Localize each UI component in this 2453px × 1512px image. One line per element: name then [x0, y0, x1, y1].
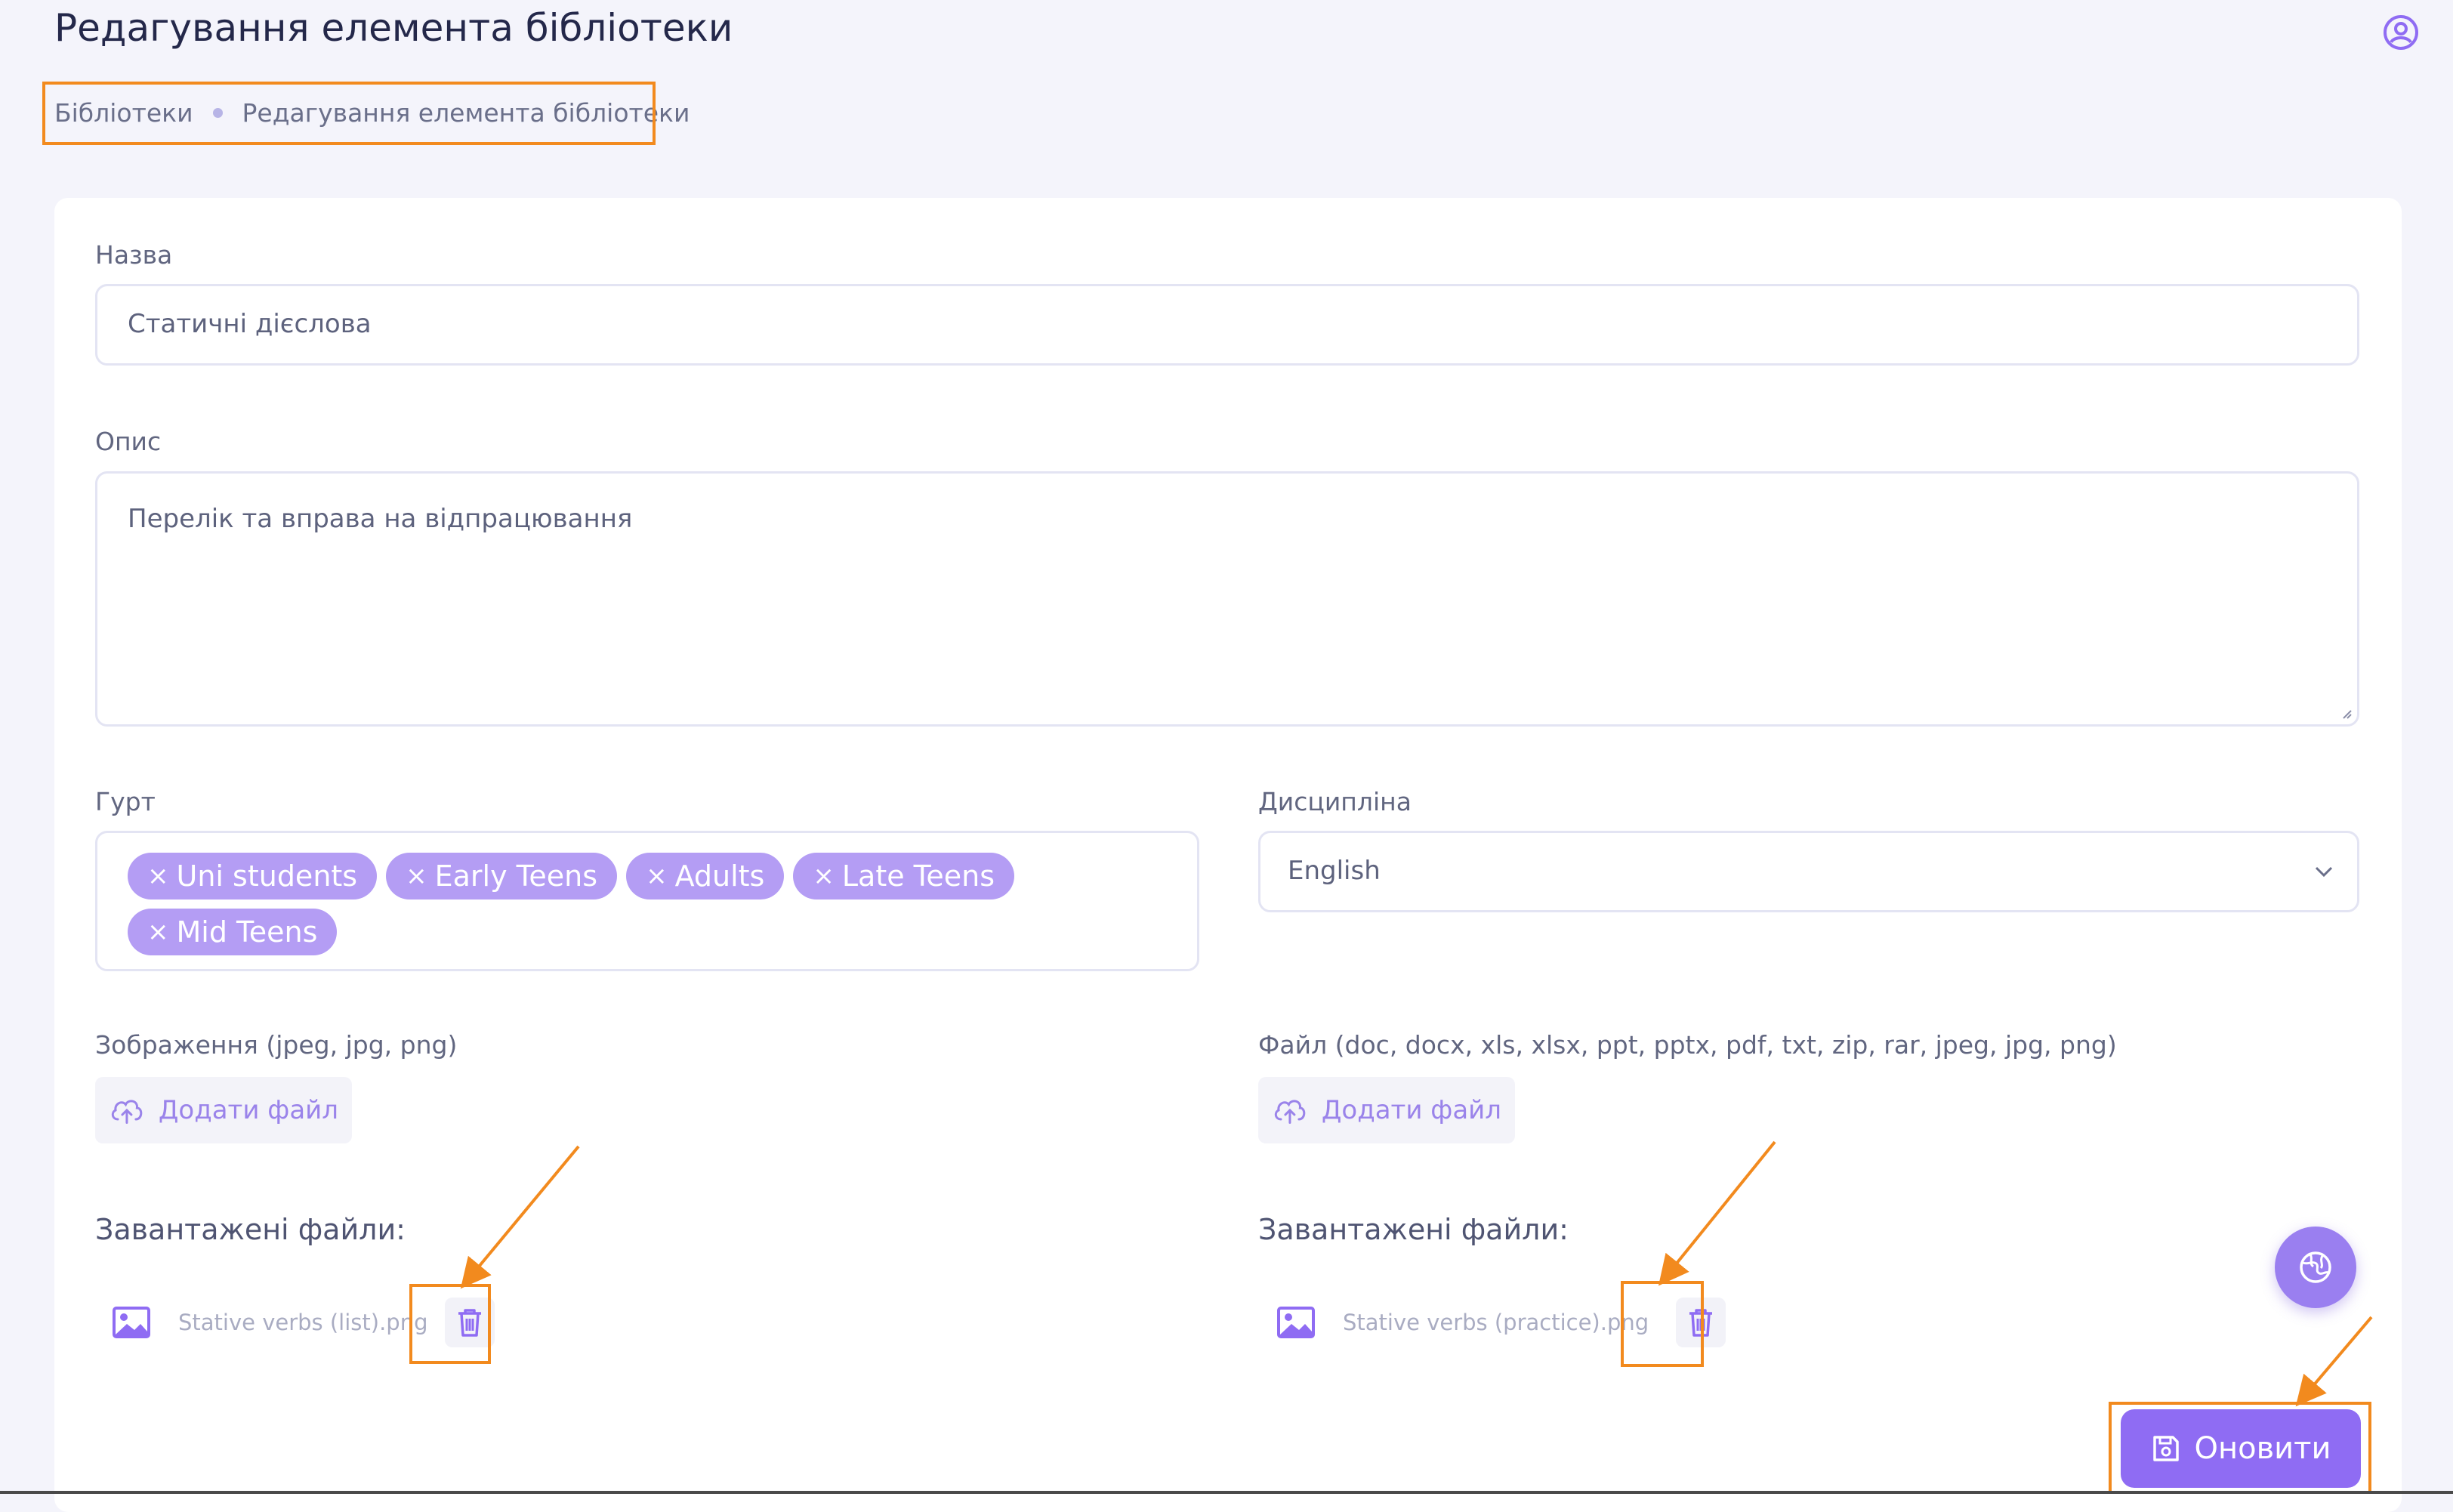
annotation-arrow — [460, 1145, 580, 1289]
annotation-arrows — [460, 1140, 2373, 1407]
bottom-divider — [0, 1491, 2453, 1494]
annotation-arrow — [2295, 1316, 2373, 1407]
annotation-arrow — [1658, 1140, 1776, 1286]
